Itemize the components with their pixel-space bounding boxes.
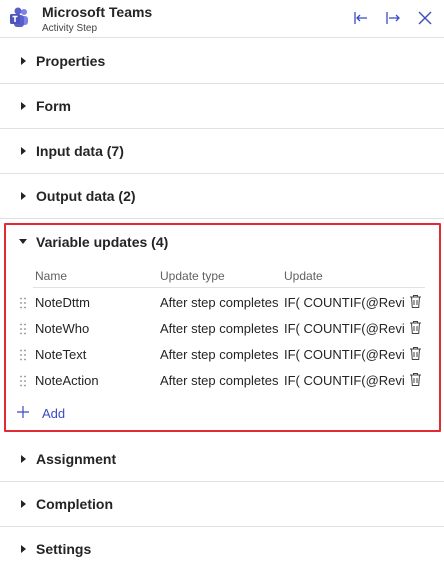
panel-header: Microsoft Teams Activity Step — [0, 0, 444, 38]
column-header-update: Update — [284, 269, 323, 283]
cell-update-type: After step completes — [160, 295, 279, 310]
drag-handle-icon[interactable] — [20, 322, 26, 335]
section-completion[interactable]: Completion — [0, 482, 444, 527]
trash-icon[interactable] — [409, 372, 422, 387]
chevron-right-icon — [21, 500, 26, 508]
close-icon[interactable] — [416, 9, 434, 27]
add-label: Add — [42, 406, 66, 421]
section-label: Variable updates (4) — [36, 234, 169, 250]
table-row[interactable]: NoteAction After step completes IF( COUN… — [0, 367, 444, 393]
drag-handle-icon[interactable] — [20, 348, 26, 361]
table-row[interactable]: NoteWho After step completes IF( COUNTIF… — [0, 315, 444, 341]
app-subtitle: Activity Step — [42, 23, 98, 34]
section-label: Settings — [36, 541, 92, 557]
chevron-right-icon — [21, 147, 26, 155]
collapse-left-icon[interactable] — [352, 9, 370, 27]
chevron-right-icon — [21, 545, 26, 553]
column-header-name: Name — [35, 269, 68, 283]
section-label: Completion — [36, 496, 113, 512]
drag-handle-icon[interactable] — [20, 296, 26, 309]
chevron-right-icon — [21, 455, 26, 463]
plus-icon — [16, 405, 30, 419]
cell-update: IF( COUNTIF(@Revi... — [284, 321, 404, 336]
section-output-data[interactable]: Output data (2) — [0, 174, 444, 219]
cell-update: IF( COUNTIF(@Revi... — [284, 347, 404, 362]
expand-right-icon[interactable] — [384, 9, 402, 27]
column-header-update-type: Update type — [160, 269, 225, 283]
cell-name: NoteAction — [35, 373, 99, 388]
section-label: Properties — [36, 53, 106, 69]
cell-update: IF( COUNTIF(@Revi... — [284, 295, 404, 310]
section-settings[interactable]: Settings — [0, 527, 444, 567]
chevron-down-icon — [19, 239, 27, 244]
section-label: Input data (7) — [36, 143, 124, 159]
section-variable-updates[interactable]: Variable updates (4) — [0, 225, 444, 259]
cell-name: NoteDttm — [35, 295, 90, 310]
table-row[interactable]: NoteDttm After step completes IF( COUNTI… — [0, 289, 444, 315]
trash-icon[interactable] — [409, 346, 422, 361]
chevron-right-icon — [21, 192, 26, 200]
cell-update-type: After step completes — [160, 347, 279, 362]
table-row[interactable]: NoteText After step completes IF( COUNTI… — [0, 341, 444, 367]
drag-handle-icon[interactable] — [20, 374, 26, 387]
section-label: Assignment — [36, 451, 117, 467]
chevron-right-icon — [21, 102, 26, 110]
section-input-data[interactable]: Input data (7) — [0, 129, 444, 174]
header-divider — [33, 287, 425, 288]
app-title: Microsoft Teams — [42, 4, 153, 20]
section-properties[interactable]: Properties — [0, 39, 444, 84]
trash-icon[interactable] — [409, 320, 422, 335]
cell-name: NoteText — [35, 347, 87, 362]
cell-name: NoteWho — [35, 321, 90, 336]
teams-icon — [9, 7, 29, 29]
section-label: Output data (2) — [36, 188, 136, 204]
trash-icon[interactable] — [409, 294, 422, 309]
section-form[interactable]: Form — [0, 84, 444, 129]
cell-update-type: After step completes — [160, 373, 279, 388]
section-assignment[interactable]: Assignment — [0, 437, 444, 482]
cell-update: IF( COUNTIF(@Revi... — [284, 373, 404, 388]
section-label: Form — [36, 98, 71, 114]
chevron-right-icon — [21, 57, 26, 65]
cell-update-type: After step completes — [160, 321, 279, 336]
